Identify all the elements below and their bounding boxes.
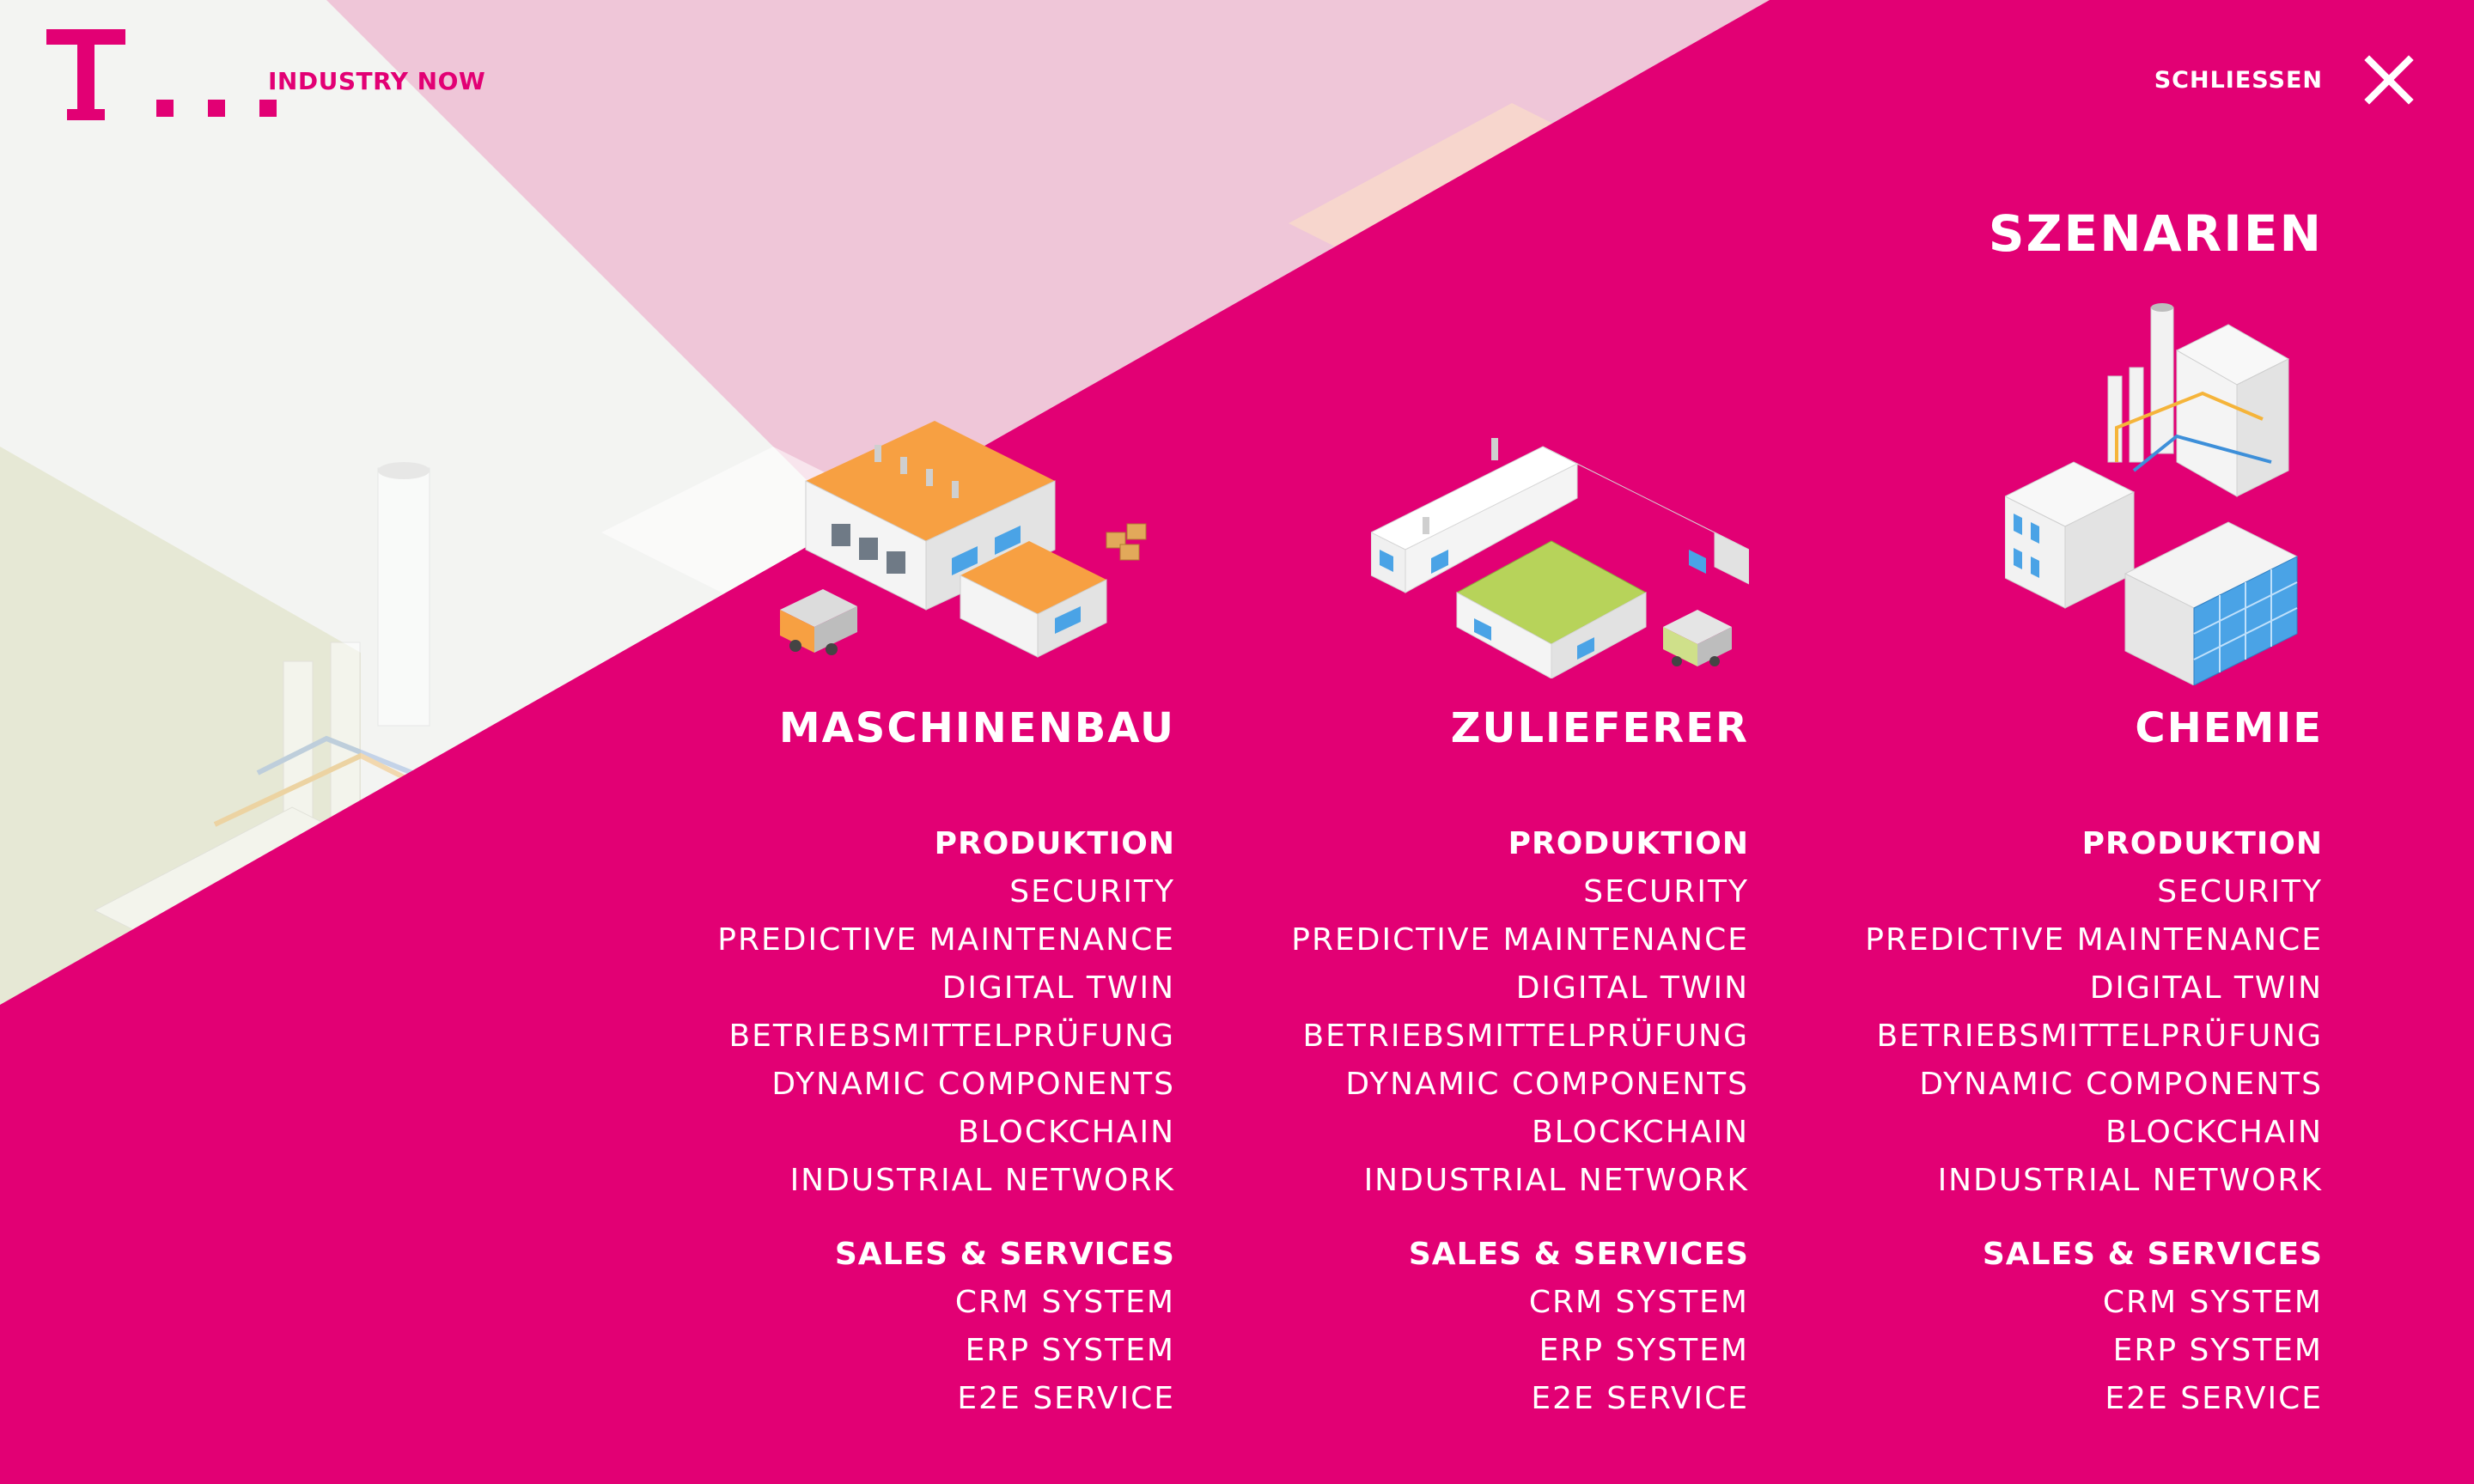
menu-item-digital-twin[interactable]: DIGITAL TWIN <box>2090 970 2323 1006</box>
menu-item-security[interactable]: SECURITY <box>2157 874 2323 909</box>
close-label[interactable]: SCHLIESSEN <box>2154 67 2323 94</box>
menu-item-betriebsmittelpruefung[interactable]: BETRIEBSMITTELPRÜFUNG <box>1876 1019 2323 1054</box>
menu-item-e2e-service[interactable]: E2E SERVICE <box>2105 1381 2323 1416</box>
factory-green-illustration[interactable] <box>1371 421 1749 678</box>
menu-item-industrial-network[interactable]: INDUSTRIAL NETWORK <box>1938 1163 2323 1198</box>
menu-item-dynamic-components[interactable]: DYNAMIC COMPONENTS <box>1919 1067 2323 1102</box>
menu-item-dynamic-components[interactable]: DYNAMIC COMPONENTS <box>1345 1067 1749 1102</box>
menu-item-erp-system[interactable]: ERP SYSTEM <box>1539 1333 1749 1368</box>
section-heading-sales-services[interactable]: SALES & SERVICES <box>835 1237 1175 1272</box>
section-heading-sales-services[interactable]: SALES & SERVICES <box>1983 1237 2323 1272</box>
menu-item-dynamic-components[interactable]: DYNAMIC COMPONENTS <box>771 1067 1175 1102</box>
menu-item-industrial-network[interactable]: INDUSTRIAL NETWORK <box>1364 1163 1749 1198</box>
menu-item-digital-twin[interactable]: DIGITAL TWIN <box>1516 970 1749 1006</box>
menu-item-industrial-network[interactable]: INDUSTRIAL NETWORK <box>790 1163 1175 1198</box>
menu-item-crm-system[interactable]: CRM SYSTEM <box>1529 1285 1749 1320</box>
chemical-plant-illustration[interactable] <box>2005 299 2323 685</box>
menu-item-blockchain[interactable]: BLOCKCHAIN <box>2105 1115 2323 1150</box>
menu-item-erp-system[interactable]: ERP SYSTEM <box>2113 1333 2323 1368</box>
menu-item-blockchain[interactable]: BLOCKCHAIN <box>958 1115 1175 1150</box>
menu-item-security[interactable]: SECURITY <box>1009 874 1175 909</box>
menu-item-blockchain[interactable]: BLOCKCHAIN <box>1532 1115 1749 1150</box>
column-title[interactable]: MASCHINENBAU <box>779 704 1175 752</box>
brand-name[interactable]: INDUSTRY NOW <box>268 67 485 95</box>
menu-item-e2e-service[interactable]: E2E SERVICE <box>1531 1381 1749 1416</box>
menu-item-erp-system[interactable]: ERP SYSTEM <box>966 1333 1175 1368</box>
menu-item-security[interactable]: SECURITY <box>1583 874 1749 909</box>
column-title[interactable]: CHEMIE <box>2135 704 2323 752</box>
factory-orange-illustration[interactable] <box>780 412 1175 670</box>
close-icon[interactable] <box>2364 55 2414 105</box>
menu-item-crm-system[interactable]: CRM SYSTEM <box>955 1285 1175 1320</box>
section-heading-produktion[interactable]: PRODUKTION <box>935 826 1175 861</box>
section-heading-sales-services[interactable]: SALES & SERVICES <box>1409 1237 1749 1272</box>
menu-item-betriebsmittelpruefung[interactable]: BETRIEBSMITTELPRÜFUNG <box>728 1019 1175 1054</box>
menu-item-digital-twin[interactable]: DIGITAL TWIN <box>942 970 1175 1006</box>
menu-item-predictive-maintenance[interactable]: PREDICTIVE MAINTENANCE <box>717 922 1175 958</box>
menu-item-betriebsmittelpruefung[interactable]: BETRIEBSMITTELPRÜFUNG <box>1302 1019 1749 1054</box>
menu-item-e2e-service[interactable]: E2E SERVICE <box>957 1381 1175 1416</box>
menu-item-crm-system[interactable]: CRM SYSTEM <box>2103 1285 2323 1320</box>
section-heading-produktion[interactable]: PRODUKTION <box>2082 826 2323 861</box>
menu-item-predictive-maintenance[interactable]: PREDICTIVE MAINTENANCE <box>1865 922 2323 958</box>
section-heading-produktion[interactable]: PRODUKTION <box>1508 826 1749 861</box>
menu-item-predictive-maintenance[interactable]: PREDICTIVE MAINTENANCE <box>1291 922 1749 958</box>
column-title[interactable]: ZULIEFERER <box>1451 704 1749 752</box>
scenarios-title: SZENARIEN <box>1988 204 2323 263</box>
